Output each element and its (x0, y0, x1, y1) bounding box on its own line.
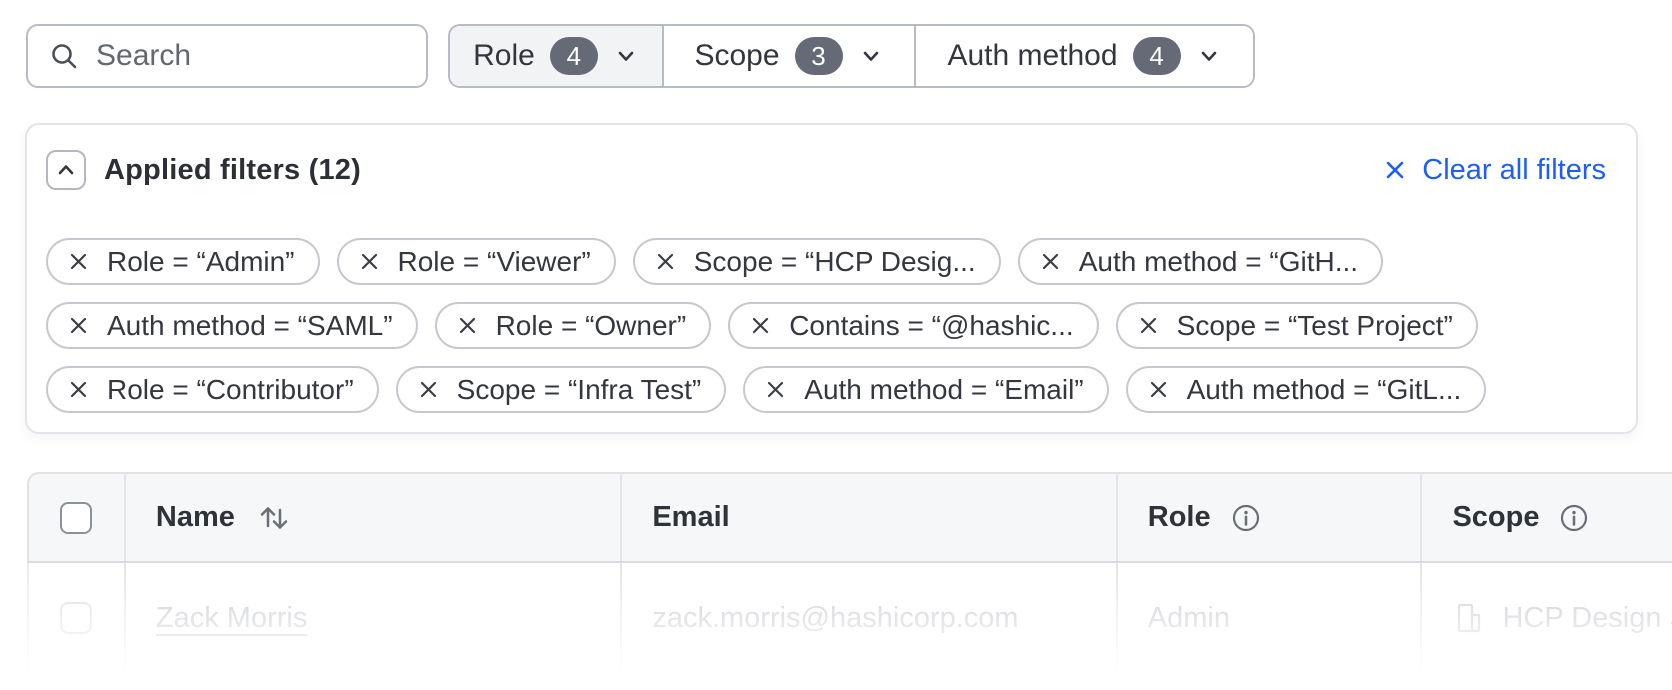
close-icon[interactable] (1138, 315, 1159, 336)
row-email-cell: zack.morris@hashicorp.com (620, 563, 1115, 673)
chevron-down-icon (1196, 43, 1222, 69)
member-role: Admin (1148, 602, 1230, 635)
filter-pill-label: Role = “Admin” (107, 246, 295, 278)
close-icon[interactable] (765, 379, 786, 400)
filter-pill[interactable]: Role = “Admin” (46, 238, 320, 285)
filter-pill[interactable]: Auth method = “SAML” (46, 302, 418, 349)
sort-arrows-icon (255, 500, 293, 536)
filter-pill-row: Role = “Admin” Role = “Viewer” Scope = “… (46, 238, 1606, 285)
filter-pill-rows: Role = “Admin” Role = “Viewer” Scope = “… (46, 238, 1606, 413)
filter-pill[interactable]: Scope = “HCP Desig... (633, 238, 1001, 285)
column-header-role: Role (1116, 474, 1421, 561)
filter-pill-row: Auth method = “SAML” Role = “Owner” Cont… (46, 302, 1606, 349)
auth-method-filter-count-badge: 4 (1133, 37, 1181, 75)
column-header-email: Email (620, 474, 1115, 561)
close-icon[interactable] (68, 315, 89, 336)
close-icon[interactable] (68, 251, 89, 272)
filter-pill-label: Contains = “@hashic... (789, 310, 1073, 342)
column-header-name-label: Name (156, 501, 235, 534)
filter-pill-label: Role = “Viewer” (398, 246, 591, 278)
chevron-down-icon (613, 43, 639, 69)
members-table-inner: Name Email Role (27, 472, 1672, 675)
search-input[interactable]: Search (26, 24, 428, 88)
filter-pill[interactable]: Auth method = “Email” (743, 366, 1108, 413)
close-icon (1382, 157, 1408, 183)
close-icon[interactable] (359, 251, 380, 272)
column-header-email-label: Email (652, 501, 729, 534)
scope-filter-dropdown[interactable]: Scope 3 (662, 26, 914, 86)
filter-pill[interactable]: Auth method = “GitH... (1018, 238, 1383, 285)
close-icon[interactable] (457, 315, 478, 336)
clear-all-filters-link[interactable]: Clear all filters (1382, 154, 1606, 187)
filter-pill[interactable]: Role = “Viewer” (337, 238, 616, 285)
member-email: zack.morris@hashicorp.com (652, 602, 1018, 635)
column-header-role-label: Role (1148, 501, 1211, 534)
info-icon[interactable] (1559, 503, 1589, 533)
row-select-cell (29, 563, 124, 673)
filter-pill-label: Auth method = “SAML” (107, 310, 393, 342)
close-icon[interactable] (1040, 251, 1061, 272)
filter-pill[interactable]: Role = “Owner” (435, 302, 712, 349)
close-icon[interactable] (1148, 379, 1169, 400)
row-role-cell: Admin (1116, 563, 1421, 673)
filter-pill-label: Auth method = “GitL... (1187, 374, 1462, 406)
chevron-up-icon (53, 157, 79, 183)
table-row: Zack Morris zack.morris@hashicorp.com Ad… (27, 563, 1672, 675)
filter-pill[interactable]: Role = “Contributor” (46, 366, 379, 413)
close-icon[interactable] (418, 379, 439, 400)
column-header-scope-label: Scope (1452, 501, 1539, 534)
row-name-cell: Zack Morris (124, 563, 620, 673)
filter-pill-label: Scope = “Test Project” (1177, 310, 1453, 342)
applied-filters-header: Applied filters (12) Clear all filters (46, 150, 1606, 190)
search-placeholder: Search (96, 39, 191, 73)
role-filter-dropdown[interactable]: Role 4 (450, 26, 662, 86)
filter-pill-label: Auth method = “Email” (804, 374, 1083, 406)
column-header-name[interactable]: Name (124, 474, 620, 561)
filter-pill-row: Role = “Contributor” Scope = “Infra Test… (46, 366, 1606, 413)
members-table: Name Email Role (27, 472, 1672, 690)
close-icon[interactable] (750, 315, 771, 336)
filter-pill-label: Scope = “HCP Desig... (694, 246, 976, 278)
filter-pill[interactable]: Auth method = “GitL... (1126, 366, 1487, 413)
column-header-scope: Scope (1420, 474, 1672, 561)
auth-method-filter-dropdown[interactable]: Auth method 4 (914, 26, 1253, 86)
members-filter-page: Search Role 4 Scope 3 Auth method 4 (0, 0, 1672, 690)
filter-pill[interactable]: Contains = “@hashic... (728, 302, 1098, 349)
filter-dropdown-group: Role 4 Scope 3 Auth method 4 (448, 24, 1255, 88)
search-icon (49, 41, 79, 71)
applied-filters-panel: Applied filters (12) Clear all filters R… (25, 123, 1638, 434)
clear-all-filters-label: Clear all filters (1422, 154, 1606, 187)
filter-pill[interactable]: Scope = “Infra Test” (396, 366, 727, 413)
filter-pill-label: Auth method = “GitH... (1079, 246, 1358, 278)
filter-pill[interactable]: Scope = “Test Project” (1116, 302, 1478, 349)
applied-filters-title: Applied filters (12) (104, 154, 361, 187)
filter-pill-label: Scope = “Infra Test” (457, 374, 702, 406)
scope-filter-label: Scope (694, 39, 779, 73)
building-icon (1452, 601, 1486, 635)
role-filter-label: Role (473, 39, 535, 73)
collapse-panel-button[interactable] (46, 150, 86, 190)
close-icon[interactable] (68, 379, 89, 400)
row-scope-cell: HCP Design S (1420, 563, 1672, 673)
info-icon[interactable] (1231, 503, 1261, 533)
member-scope: HCP Design S (1502, 602, 1672, 635)
filter-pill-label: Role = “Contributor” (107, 374, 354, 406)
table-header-row: Name Email Role (27, 472, 1672, 563)
close-icon[interactable] (655, 251, 676, 272)
select-all-header-cell (29, 474, 124, 561)
role-filter-count-badge: 4 (550, 37, 598, 75)
member-name-link[interactable]: Zack Morris (156, 602, 307, 635)
scope-filter-count-badge: 3 (795, 37, 843, 75)
select-all-checkbox[interactable] (60, 502, 92, 534)
filter-pill-label: Role = “Owner” (496, 310, 687, 342)
chevron-down-icon (858, 43, 884, 69)
auth-method-filter-label: Auth method (947, 39, 1117, 73)
row-checkbox[interactable] (60, 602, 92, 634)
